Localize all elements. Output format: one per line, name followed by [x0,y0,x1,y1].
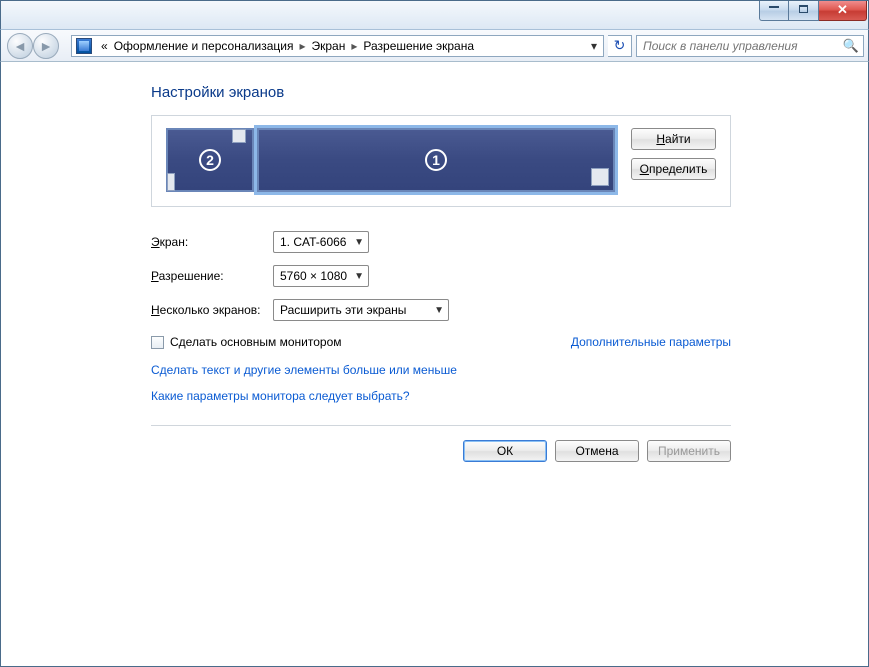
text-size-link[interactable]: Сделать текст и другие элементы больше и… [151,363,457,377]
multi-displays-combo[interactable]: Расширить эти экраны ▼ [273,299,449,321]
chevron-down-icon: ▼ [434,305,444,316]
ok-button[interactable]: ОК [463,440,547,462]
identify-button[interactable]: Определить [631,158,716,180]
close-button[interactable]: ✕ [819,1,867,21]
display-value: 1. CAT-6066 [280,235,346,249]
row-multi-displays: Несколько экранов: Расширить эти экраны … [151,299,731,321]
breadcrumb-item-1[interactable]: Оформление и персонализация [111,39,297,53]
breadcrumb-item-2[interactable]: Экран [308,39,348,53]
display-combo[interactable]: 1. CAT-6066 ▼ [273,231,369,253]
chevron-down-icon: ▼ [354,271,364,282]
cancel-button[interactable]: Отмена [555,440,639,462]
label-resolution: Разрешение: [151,269,273,283]
which-monitor-link[interactable]: Какие параметры монитора следует выбрать… [151,389,410,403]
window-body: Настройки экранов 2 1 Найти Определить Э… [0,62,869,667]
display-arrangement-box: 2 1 Найти Определить [151,115,731,207]
back-button[interactable]: ◄ [7,33,33,59]
arrange-buttons: Найти Определить [631,128,716,180]
multi-value: Расширить эти экраны [280,303,406,317]
primary-monitor-label: Сделать основным монитором [170,335,342,349]
title-bar: ✕ [0,0,869,29]
address-dropdown-icon[interactable]: ▾ [587,39,601,53]
chevron-right-icon: ▸ [348,39,360,53]
maximize-button[interactable] [789,1,819,21]
monitor-2[interactable]: 2 [166,128,254,192]
search-box[interactable]: 🔍 [636,35,864,57]
monitor-canvas[interactable]: 2 1 [166,128,615,192]
row-display: Экран: 1. CAT-6066 ▼ [151,231,731,253]
chevron-right-icon: ▸ [296,39,308,53]
nav-arrows: ◄ ► [3,32,63,60]
minimize-button[interactable] [759,1,789,21]
breadcrumb-chevrons: « [98,39,111,53]
breadcrumb-item-3[interactable]: Разрешение экрана [360,39,477,53]
window-controls: ✕ [759,1,867,21]
breadcrumb[interactable]: « Оформление и персонализация ▸ Экран ▸ … [71,35,604,57]
resolution-combo[interactable]: 5760 × 1080 ▼ [273,265,369,287]
monitor-thumb-icon [232,129,246,143]
monitor-number: 2 [199,149,221,171]
taskbar-icon [591,168,609,186]
page-title: Настройки экранов [151,84,731,101]
monitor-number: 1 [425,149,447,171]
row-resolution: Разрешение: 5760 × 1080 ▼ [151,265,731,287]
row-primary-checkbox: Сделать основным монитором Дополнительны… [151,335,731,349]
find-button[interactable]: Найти [631,128,716,150]
advanced-settings-link[interactable]: Дополнительные параметры [571,335,731,349]
search-icon[interactable]: 🔍 [843,38,859,54]
apply-button[interactable]: Применить [647,440,731,462]
label-multi: Несколько экранов: [151,303,273,317]
content-area: Настройки экранов 2 1 Найти Определить Э… [151,84,731,462]
search-input[interactable] [641,38,843,54]
chevron-down-icon: ▼ [354,237,364,248]
nav-bar: ◄ ► « Оформление и персонализация ▸ Экра… [0,29,869,62]
monitor-1[interactable]: 1 [257,128,615,192]
resolution-value: 5760 × 1080 [280,269,347,283]
primary-monitor-checkbox[interactable] [151,336,164,349]
control-panel-icon [76,38,92,54]
dialog-buttons: ОК Отмена Применить [151,425,731,462]
taskbar-icon [167,173,175,191]
label-display: Экран: [151,235,273,249]
forward-button[interactable]: ► [33,33,59,59]
refresh-button[interactable]: ↻ [608,35,632,57]
